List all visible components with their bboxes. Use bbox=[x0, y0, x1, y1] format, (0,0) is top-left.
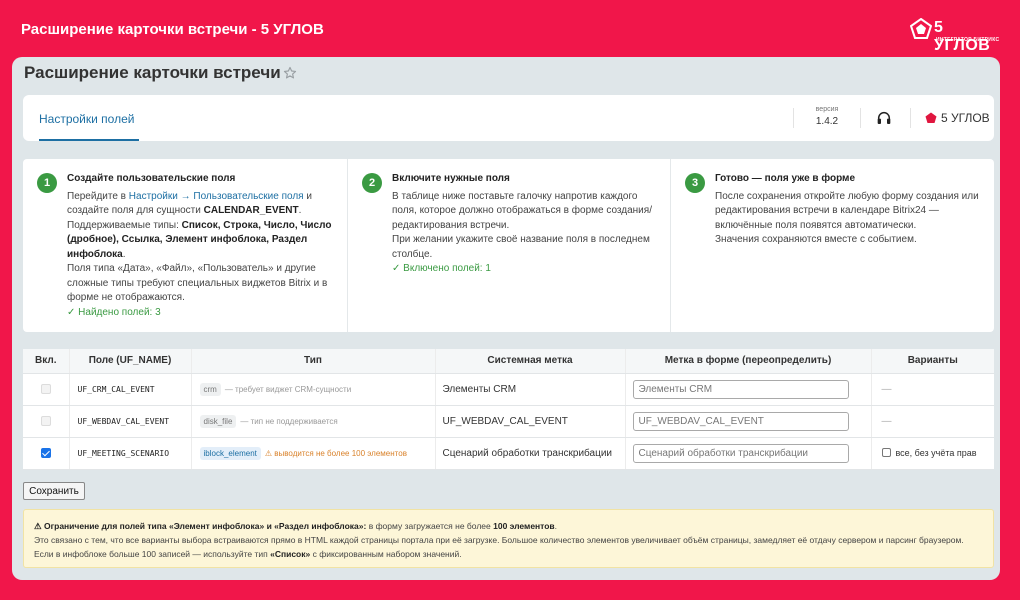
table-row: UF_WEBDAV_CAL_EVENT disk_file — тип не по… bbox=[23, 405, 994, 438]
brand-link[interactable]: 5 УГЛОВ bbox=[925, 111, 990, 125]
enable-checkbox[interactable] bbox=[40, 447, 51, 458]
app-header: Расширение карточки встречи - 5 УГЛОВ 5 … bbox=[0, 0, 1020, 60]
fields-found-status: ✓ Найдено полей: 3 bbox=[67, 306, 161, 318]
tabs-bar: Настройки полей версия 1.4.2 5 УГЛОВ bbox=[23, 95, 994, 141]
warning-text: . bbox=[554, 521, 558, 531]
version-label: версия bbox=[815, 106, 839, 113]
system-label: Сценарий обработки транскрибации bbox=[435, 437, 626, 470]
fields-table: Вкл. Поле (UF_NAME) Тип Системная метка … bbox=[23, 349, 994, 470]
type-tag: crm bbox=[199, 382, 221, 396]
list-type-name: «Список» bbox=[270, 549, 311, 559]
step-text: Перейдите в bbox=[67, 190, 129, 202]
type-tag: iblock_element bbox=[199, 446, 261, 460]
type-tag: disk_file bbox=[199, 414, 237, 428]
step-title: Готово — поля уже в форме bbox=[715, 173, 856, 184]
step-1: 1 Создайте пользовательские поля Перейди… bbox=[23, 159, 347, 332]
step-note: Поля типа «Дата», «Файл», «Пользователь»… bbox=[67, 263, 328, 303]
divider bbox=[910, 108, 911, 128]
warning-body: с фиксированным набором значений. bbox=[310, 549, 462, 559]
step-2: 2 Включите нужные поля В таблице ниже по… bbox=[347, 159, 671, 332]
type-note: — требует виджет CRM-сущности bbox=[224, 384, 352, 394]
brand-link-label: 5 УГЛОВ bbox=[941, 111, 990, 125]
col-header-field: Поле (UF_NAME) bbox=[69, 349, 192, 374]
step-text: При желании укажите своё название поля в… bbox=[392, 234, 650, 260]
save-button[interactable]: Сохранить bbox=[23, 482, 85, 500]
variants-option-label: все, без учёта прав bbox=[895, 447, 977, 458]
step-text: После сохранения откройте любую форму со… bbox=[715, 190, 979, 231]
warning-heading: ⚠ Ограничение для полей типа «Элемент ин… bbox=[34, 521, 367, 531]
form-label-input[interactable] bbox=[632, 379, 849, 399]
brand-subtitle: ИНТЕГРАТОР БИТРИКС bbox=[936, 37, 1000, 43]
form-label-input[interactable] bbox=[632, 443, 849, 463]
system-label: UF_WEBDAV_CAL_EVENT bbox=[435, 405, 626, 438]
table-row: UF_MEETING_SCENARIO iblock_element ⚠ выво… bbox=[23, 437, 994, 470]
step-text: В таблице ниже поставьте галочку напроти… bbox=[392, 190, 652, 231]
app-title: Расширение карточки встречи - 5 УГЛОВ bbox=[21, 21, 324, 38]
enable-checkbox bbox=[40, 415, 51, 426]
step-3: 3 Готово — поля уже в форме После сохран… bbox=[670, 159, 994, 332]
version-number: 1.4.2 bbox=[815, 116, 839, 127]
five-corners-logo-icon bbox=[910, 18, 932, 39]
steps-card: 1 Создайте пользовательские поля Перейди… bbox=[23, 159, 994, 332]
step-number: 2 bbox=[362, 173, 382, 193]
field-name: UF_CRM_CAL_EVENT bbox=[69, 373, 192, 406]
warning-body: Это связано с тем, что все варианты выбо… bbox=[34, 535, 964, 559]
version-info: версия 1.4.2 bbox=[807, 106, 847, 127]
col-header-system-label: Системная метка bbox=[435, 349, 626, 374]
step-title: Включите нужные поля bbox=[392, 173, 510, 184]
tab-field-settings[interactable]: Настройки полей bbox=[39, 95, 139, 141]
warning-text: в форму загружается не более bbox=[366, 521, 494, 531]
step-text: Значения сохраняются вместе с событием. bbox=[715, 234, 917, 245]
field-name: UF_WEBDAV_CAL_EVENT bbox=[69, 405, 192, 438]
ignore-rights-checkbox[interactable] bbox=[881, 447, 891, 457]
col-header-type: Тип bbox=[191, 349, 436, 374]
variants-value: — bbox=[871, 373, 994, 406]
enable-checkbox bbox=[40, 383, 51, 394]
table-header-row: Вкл. Поле (UF_NAME) Тип Системная метка … bbox=[23, 349, 994, 374]
form-label-input[interactable] bbox=[632, 411, 849, 431]
main-panel: Расширение карточки встречи Настройки по… bbox=[12, 57, 1000, 580]
fields-enabled-status: ✓ Включено полей: 1 bbox=[392, 263, 491, 274]
table-row: UF_CRM_CAL_EVENT crm — требует виджет CRM… bbox=[23, 373, 994, 406]
system-label: Элементы CRM bbox=[435, 373, 626, 406]
step-text: . bbox=[122, 248, 126, 260]
field-name: UF_MEETING_SCENARIO bbox=[69, 437, 192, 470]
divider bbox=[860, 108, 861, 128]
variants-value: — bbox=[871, 405, 994, 438]
step-number: 1 bbox=[37, 173, 57, 193]
col-header-variants: Варианты bbox=[871, 349, 994, 374]
step-title: Создайте пользовательские поля bbox=[67, 173, 236, 184]
link-arrow: → bbox=[177, 190, 194, 202]
user-fields-link[interactable]: Пользовательские поля bbox=[193, 191, 303, 202]
page-title: Расширение карточки встречи bbox=[24, 63, 281, 82]
col-header-enabled: Вкл. bbox=[23, 349, 70, 374]
divider bbox=[793, 108, 794, 128]
five-corners-mini-icon bbox=[925, 112, 937, 123]
headphones-support-icon[interactable] bbox=[876, 110, 892, 126]
favorite-star-icon[interactable] bbox=[283, 66, 297, 80]
settings-link[interactable]: Настройки bbox=[129, 191, 178, 202]
warning-limit: 100 элементов bbox=[493, 521, 555, 531]
brand-logo: 5 УГЛОВ ИНТЕГРАТОР БИТРИКС bbox=[910, 18, 1000, 54]
entity-name: CALENDAR_EVENT bbox=[203, 205, 299, 216]
step-number: 3 bbox=[685, 173, 705, 193]
col-header-form-label: Метка в форме (переопределить) bbox=[625, 349, 872, 374]
type-warning: ⚠ выводится не более 100 элементов bbox=[264, 448, 407, 458]
limit-warning: ⚠ Ограничение для полей типа «Элемент ин… bbox=[23, 509, 994, 568]
type-note: — тип не поддерживается bbox=[240, 416, 338, 426]
